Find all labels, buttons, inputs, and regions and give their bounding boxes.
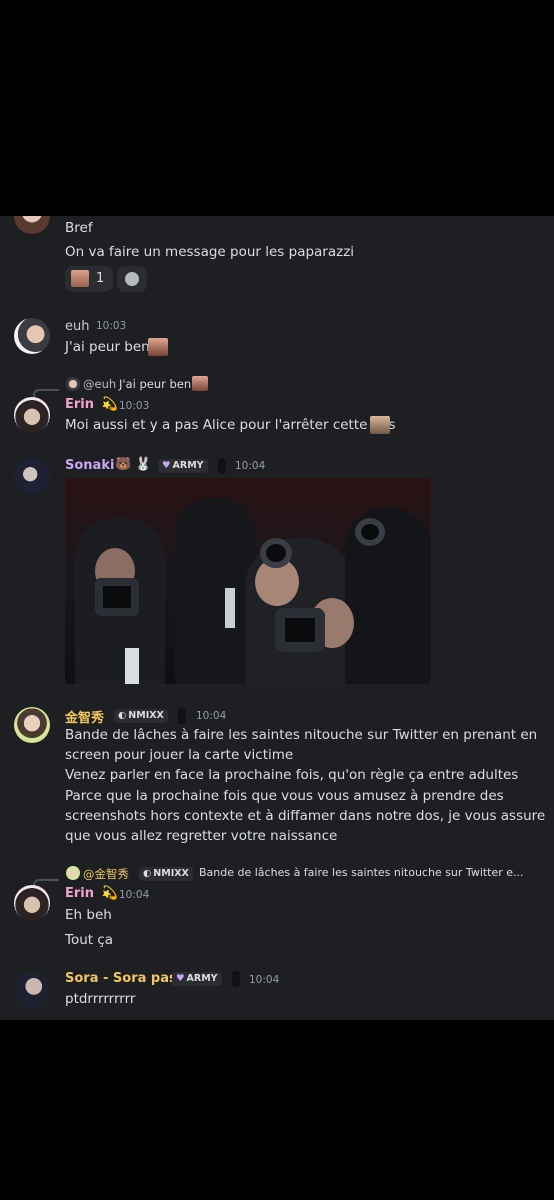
avatar-sora[interactable] [14,972,50,1008]
message-text: Tout ça [65,932,114,948]
tag-label: NMIXX [128,710,164,721]
server-tag-icon [218,458,226,474]
timestamp: 10:04 [249,974,280,986]
avatar-erin[interactable] [14,885,50,921]
heart-icon: ♥ [162,460,171,471]
tag-label: ARMY [186,973,218,984]
server-tag-icon [232,971,240,987]
message-text: que vous allez regretter votre naissance [65,828,338,844]
tag-label: ARMY [172,460,204,471]
avatar-erin[interactable] [14,397,50,433]
timestamp: 10:04 [196,710,227,722]
reply-author[interactable]: @euh [83,377,116,391]
shirt-shape [125,648,139,684]
avatar-jisoo[interactable] [14,707,50,743]
reaction-count: 1 [96,271,105,286]
message-text: Bref [65,220,93,236]
tag-label: NMIXX [153,868,189,879]
author-name[interactable]: Erin 💫 [65,397,118,412]
photographer-shape [175,498,255,684]
role-tag-army[interactable]: ♥ ARMY [158,459,208,473]
reply-author[interactable]: @金智秀 [83,866,129,882]
author-name[interactable]: Sora - Sora pas [65,971,177,986]
message-text: ptdrrrrrrrrr [65,991,136,1007]
avatar-sonaki[interactable] [14,458,50,494]
message-text: Bande de lâches à faire les saintes nito… [65,727,538,743]
chat-panel: Bref On va faire un message pour les pap… [0,216,554,1020]
reply-avatar [66,377,80,391]
nmixx-icon: ◐ [143,868,152,879]
message-text: On va faire un message pour les paparazz… [65,244,355,260]
heart-icon: ♥ [176,973,185,984]
message-text: Moi aussi et y a pas Alice pour l'arrête… [65,417,396,433]
author-name[interactable]: Erin 💫 [65,886,118,901]
camera-icon [260,538,292,568]
message-text: J'ai peur ben [65,339,150,355]
timestamp: 10:04 [119,889,150,901]
timestamp: 10:03 [119,400,150,412]
message-text: Parce que la prochaine fois que vous vou… [65,788,504,804]
reply-preview[interactable]: Bande de lâches à faire les saintes nito… [199,866,524,879]
nmixx-icon: ◐ [118,710,127,721]
message-text: Eh beh [65,907,112,923]
reply-role-tag: ◐ NMIXX [139,867,193,881]
add-reaction-button[interactable] [117,266,147,292]
message-text: Venez parler en face la prochaine fois, … [65,767,519,783]
timestamp: 10:03 [96,320,127,332]
camera-icon [355,518,385,546]
custom-emoji-icon [148,338,168,356]
message-text: screenshots hors contexte et à diffamer … [65,808,546,824]
gif-attachment[interactable] [65,478,431,684]
message-text: screen pour jouer la carte victime [65,747,294,763]
smiley-icon [125,272,139,286]
reaction-emoji-icon [71,270,89,287]
custom-emoji-icon [370,416,390,434]
camera-icon [275,608,325,652]
avatar[interactable] [14,216,50,234]
bear-bunny-icons: 🐻 🐰 [115,457,152,472]
dizzy-icon: 💫 [101,397,118,412]
reply-avatar [66,866,80,880]
custom-emoji-icon [192,376,208,391]
author-name[interactable]: Sonaki [65,458,114,473]
role-tag-army[interactable]: ♥ ARMY [172,972,222,986]
author-name-text: Erin [65,886,95,901]
author-name-text: Erin [65,397,95,412]
author-name[interactable]: 金智秀 [65,707,104,726]
timestamp: 10:04 [235,460,266,472]
reaction-button[interactable]: 1 [65,266,113,292]
server-tag-icon [178,708,186,724]
dizzy-icon: 💫 [101,886,118,901]
author-name[interactable]: euh [65,319,89,334]
reply-preview[interactable]: J'ai peur ben [119,377,191,391]
camera-icon [95,578,139,616]
avatar-euh[interactable] [14,318,50,354]
shirt-shape [225,588,235,628]
role-tag-nmixx[interactable]: ◐ NMIXX [114,709,168,723]
